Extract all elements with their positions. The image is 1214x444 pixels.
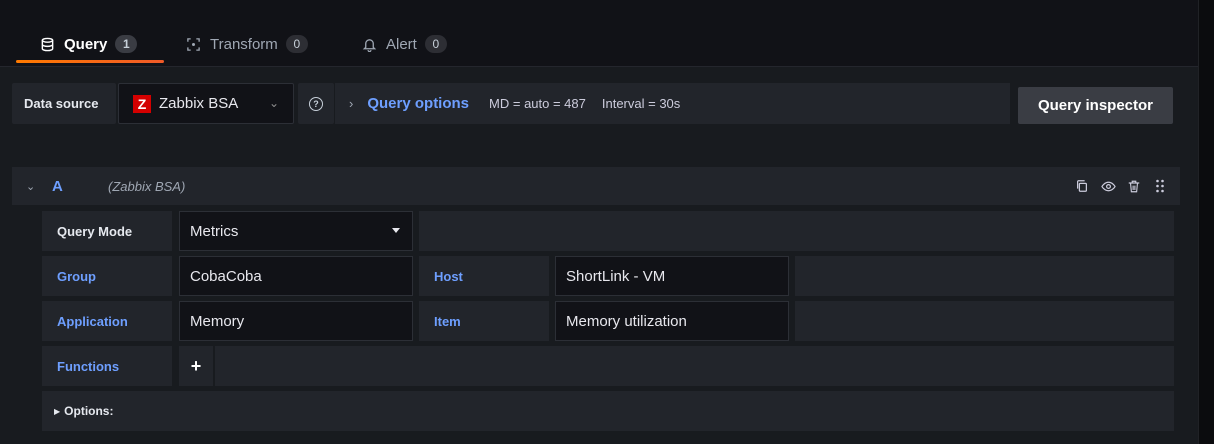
datasource-name: Zabbix BSA <box>159 95 239 112</box>
application-input[interactable]: Memory <box>179 301 413 341</box>
query-row-actions <box>1074 177 1168 195</box>
chevron-down-icon: ⌄ <box>268 96 279 110</box>
options-toggle[interactable]: ▶ Options: <box>42 391 1174 431</box>
query-datasource-name: (Zabbix BSA) <box>108 178 186 194</box>
eye-icon[interactable] <box>1100 177 1116 195</box>
datasource-picker[interactable]: Z Zabbix BSA ⌄ <box>118 83 294 124</box>
caret-down-icon <box>392 228 400 233</box>
max-data-points: MD = auto = 487 <box>489 96 586 111</box>
functions-label: Functions <box>42 346 172 386</box>
query-mode-value: Metrics <box>190 222 239 240</box>
query-mode-label: Query Mode <box>42 211 172 251</box>
trash-icon[interactable] <box>1126 177 1142 195</box>
tab-query[interactable]: Query 1 <box>38 30 138 58</box>
tab-transform-label: Transform <box>210 35 278 53</box>
tab-bar: Query 1 Transform 0 Alert 0 <box>0 0 1198 66</box>
query-options-toggle[interactable]: › Query options MD = auto = 487 Interval… <box>334 83 1010 124</box>
transform-icon <box>184 35 202 53</box>
tab-transform[interactable]: Transform 0 <box>184 30 308 58</box>
tab-alert-count: 0 <box>424 35 447 53</box>
group-input[interactable]: CobaCoba <box>179 256 413 296</box>
database-icon <box>38 35 56 53</box>
tab-alert-label: Alert <box>386 35 417 53</box>
host-label: Host <box>419 256 549 296</box>
help-button[interactable]: ? <box>298 83 334 124</box>
host-row-filler <box>795 256 1174 296</box>
query-row-header: ⌄ A (Zabbix BSA) <box>12 167 1180 205</box>
functions-row-filler <box>215 346 1174 386</box>
query-editor-panel: Data source Z Zabbix BSA ⌄ ? › Query opt… <box>0 66 1198 444</box>
query-ref-id[interactable]: A <box>52 178 92 195</box>
scrollbar-track[interactable] <box>1198 0 1214 444</box>
caret-right-icon: ▶ <box>54 406 61 416</box>
duplicate-icon[interactable] <box>1074 177 1090 195</box>
tab-query-label: Query <box>64 35 108 53</box>
host-input[interactable]: ShortLink - VM <box>555 256 789 296</box>
query-toolbar: Data source Z Zabbix BSA ⌄ ? › Query opt… <box>12 83 1184 124</box>
item-label: Item <box>419 301 549 341</box>
zabbix-query-editor: Query Mode Metrics Group CobaCoba Host S… <box>26 205 1180 444</box>
item-input[interactable]: Memory utilization <box>555 301 789 341</box>
zabbix-logo-icon: Z <box>133 94 151 113</box>
application-label: Application <box>42 301 172 341</box>
datasource-label: Data source <box>12 83 116 124</box>
query-mode-filler <box>419 211 1174 251</box>
add-function-button[interactable]: + <box>179 346 213 386</box>
item-row-filler <box>795 301 1174 341</box>
options-label: Options: <box>64 404 114 418</box>
query-inspector-button[interactable]: Query inspector <box>1018 87 1173 124</box>
drag-handle-icon[interactable] <box>1152 177 1168 195</box>
interval: Interval = 30s <box>601 96 681 111</box>
query-options-label: Query options <box>367 95 470 112</box>
chevron-right-icon: › <box>349 96 354 111</box>
bell-icon <box>360 35 378 53</box>
query-mode-select[interactable]: Metrics <box>179 211 413 251</box>
question-icon: ? <box>309 96 323 111</box>
tab-transform-count: 0 <box>285 35 308 53</box>
tab-query-count: 1 <box>115 35 138 53</box>
collapse-chevron-icon[interactable]: ⌄ <box>26 180 42 193</box>
group-label: Group <box>42 256 172 296</box>
active-tab-indicator <box>16 60 164 63</box>
tab-alert[interactable]: Alert 0 <box>360 30 447 58</box>
